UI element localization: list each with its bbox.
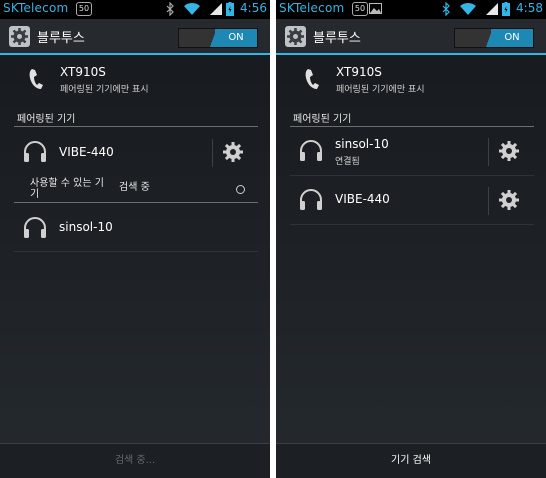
gear-icon[interactable] [222, 141, 244, 163]
paired-device-name: sinsol-10 [335, 137, 389, 151]
headphones-icon [300, 140, 322, 161]
clock: 4:58 [516, 1, 543, 15]
status-bar: SKTelecom 50 4:56 [0, 0, 270, 19]
wifi-icon [184, 2, 200, 16]
paired-section-title: 페어링된 기기 [17, 114, 76, 125]
paired-section-title: 페어링된 기기 [293, 114, 352, 125]
signal-icon [486, 3, 498, 15]
wifi-icon [460, 2, 476, 16]
phone-icon [29, 69, 43, 89]
action-bar: 블루투스 ON [0, 19, 270, 55]
clock: 4:56 [240, 1, 267, 15]
gear-icon[interactable] [498, 140, 520, 162]
screenshot-frame: SKTelecom 50 4:56 블루투스 ON XT910S 페어링된 기기… [0, 0, 546, 478]
notification-badge: 50 [352, 2, 368, 16]
toggle-on-label: ON [215, 29, 257, 47]
device-visibility: 페어링된 기기에만 표시 [60, 85, 149, 95]
gear-icon[interactable] [498, 189, 520, 211]
action-bar: 블루투스 ON [276, 19, 546, 55]
left-screen: SKTelecom 50 4:56 블루투스 ON XT910S 페어링된 기기… [0, 0, 270, 478]
device-name: XT910S [336, 65, 382, 79]
connection-status: 연결됨 [335, 157, 360, 167]
paired-device-name: VIBE-440 [59, 145, 114, 159]
signal-icon [210, 3, 222, 15]
progress-spinner [236, 185, 245, 194]
page-title: 블루투스 [313, 31, 361, 46]
bluetooth-toggle[interactable]: ON [454, 28, 534, 48]
settings-app-icon[interactable] [9, 26, 30, 47]
row-divider-vertical [212, 139, 213, 167]
searching-status: 검색 중 [119, 182, 150, 193]
status-bar: SKTelecom 50 4:58 [276, 0, 546, 19]
bluetooth-icon [166, 2, 174, 16]
image-icon [369, 3, 382, 14]
this-device-row[interactable]: XT910S 페어링된 기기에만 표시 [276, 56, 546, 104]
carrier-name: SKTelecom [279, 1, 345, 15]
device-visibility: 페어링된 기기에만 표시 [336, 85, 425, 95]
battery-icon [226, 2, 234, 16]
headphones-icon [24, 217, 46, 238]
bluetooth-icon [442, 2, 450, 16]
phone-icon [305, 69, 319, 89]
scan-button[interactable]: 검색 중... [0, 443, 270, 478]
row-divider-vertical [488, 187, 489, 215]
section-divider [14, 202, 258, 203]
battery-icon [502, 2, 510, 16]
this-device-row[interactable]: XT910S 페어링된 기기에만 표시 [0, 56, 270, 104]
row-divider-vertical [488, 138, 489, 166]
bluetooth-toggle[interactable]: ON [178, 28, 258, 48]
right-screen: SKTelecom 50 4:58 블루투스 ON XT910S 페어링된 기기… [276, 0, 546, 478]
carrier-name: SKTelecom [3, 1, 69, 15]
toggle-on-label: ON [491, 29, 533, 47]
paired-device-row[interactable]: VIBE-440 [14, 128, 258, 178]
section-divider [14, 126, 258, 127]
page-title: 블루투스 [37, 31, 85, 46]
settings-app-icon[interactable] [285, 26, 306, 47]
paired-device-row[interactable]: sinsol-10 연결됨 [290, 127, 534, 177]
paired-device-row[interactable]: VIBE-440 [290, 176, 534, 226]
available-section-title: 사용할 수 있는 기기 [30, 178, 104, 200]
scan-devices-button[interactable]: 기기 검색 [276, 443, 546, 478]
row-divider [290, 224, 534, 225]
available-device-name: sinsol-10 [59, 220, 113, 234]
notification-badge: 50 [76, 2, 92, 16]
headphones-icon [24, 141, 46, 162]
headphones-icon [300, 189, 322, 210]
row-divider [14, 251, 258, 252]
device-name: XT910S [60, 65, 106, 79]
paired-device-name: VIBE-440 [335, 192, 390, 206]
available-device-row[interactable]: sinsol-10 [14, 204, 258, 254]
